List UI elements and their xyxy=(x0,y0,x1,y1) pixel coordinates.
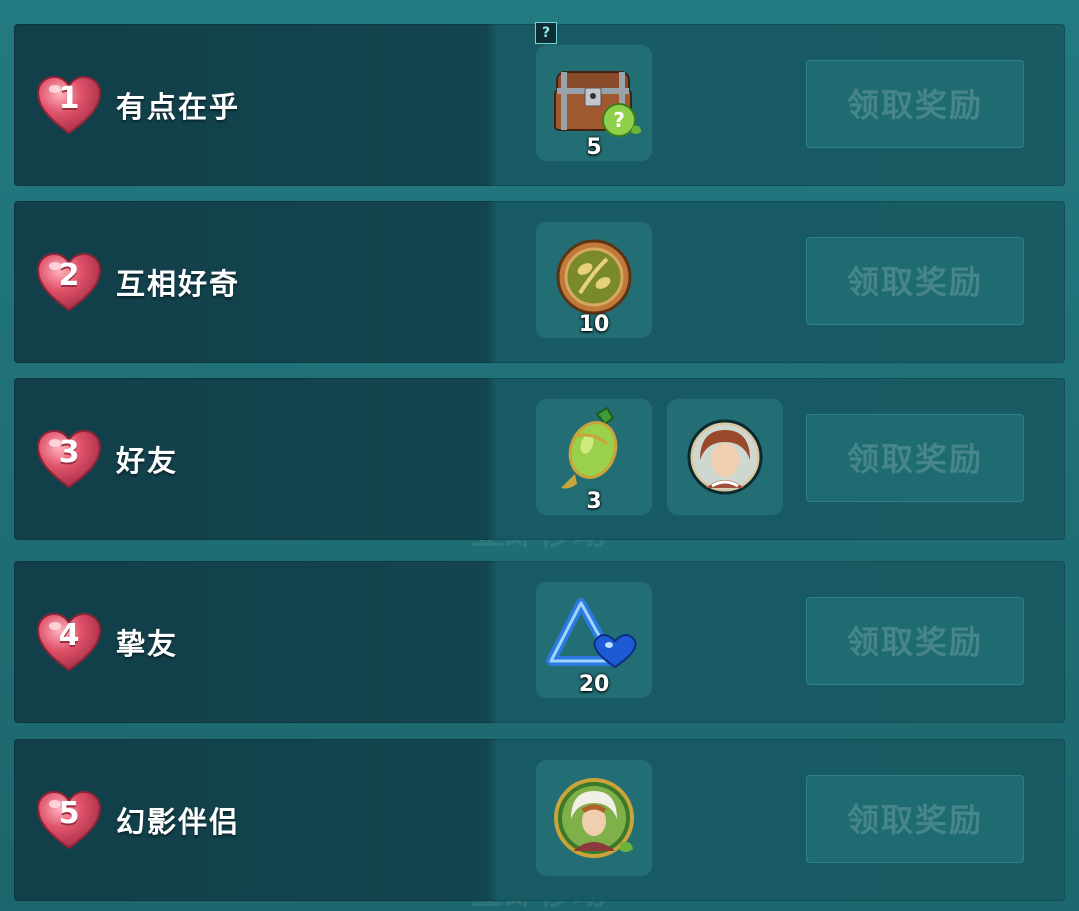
claim-reward-button[interactable]: 领取奖励 xyxy=(806,775,1024,863)
reward-slot[interactable] xyxy=(535,759,653,877)
reward-quantity: 10 xyxy=(578,312,610,337)
heart-level-badge: 3 xyxy=(36,429,102,489)
heart-level-badge: 1 xyxy=(36,75,102,135)
reward-quantity: 3 xyxy=(586,489,602,514)
reward-slot[interactable]: ? ? 5 xyxy=(535,22,653,162)
heart-level-number: 3 xyxy=(58,435,80,470)
reward-slot[interactable]: 3 xyxy=(535,398,653,516)
heart-level-badge: 5 xyxy=(36,790,102,850)
heart-level-number: 5 xyxy=(58,796,80,831)
info-hint-icon[interactable]: ? xyxy=(535,22,557,44)
heart-level-badge: 2 xyxy=(36,252,102,312)
reward-slot[interactable]: 10 xyxy=(535,221,653,339)
svg-text:?: ? xyxy=(613,108,625,132)
claim-reward-button[interactable]: 领取奖励 xyxy=(806,414,1024,502)
tier-row-2: 2 互相好奇 10 领取奖励 xyxy=(14,201,1065,363)
character-portrait-icon xyxy=(687,419,763,495)
tier-row-3: 3 好友 3 领取奖励 xyxy=(14,378,1065,540)
tier-row-4: 4 挚友 20 领取奖励 xyxy=(14,561,1065,723)
tier-row-1: 1 有点在乎 ? ? 5 领取奖励 xyxy=(14,22,1065,186)
reward-slot[interactable] xyxy=(666,398,784,516)
tier-name: 挚友 xyxy=(116,627,179,661)
reward-quantity: 20 xyxy=(578,672,610,697)
reward-tier-panel: 立即移动 立即移动 1 有点在乎 xyxy=(0,0,1079,911)
tier-name: 互相好奇 xyxy=(116,267,241,301)
tier-row-5: 5 幻影伴侣 领取奖励 xyxy=(14,739,1065,901)
tier-name: 好友 xyxy=(116,444,179,478)
reward-quantity: 5 xyxy=(586,135,602,160)
tier-name: 有点在乎 xyxy=(116,90,241,124)
reward-slot[interactable]: 20 xyxy=(535,581,653,699)
character-frame-icon xyxy=(554,778,634,858)
tier-name: 幻影伴侣 xyxy=(116,805,241,839)
heart-level-number: 1 xyxy=(58,81,80,116)
heart-level-number: 4 xyxy=(58,618,80,653)
heart-level-badge: 4 xyxy=(36,612,102,672)
claim-reward-button[interactable]: 领取奖励 xyxy=(806,237,1024,325)
claim-reward-button[interactable]: 领取奖励 xyxy=(806,597,1024,685)
heart-level-number: 2 xyxy=(58,258,80,293)
claim-reward-button[interactable]: 领取奖励 xyxy=(806,60,1024,148)
